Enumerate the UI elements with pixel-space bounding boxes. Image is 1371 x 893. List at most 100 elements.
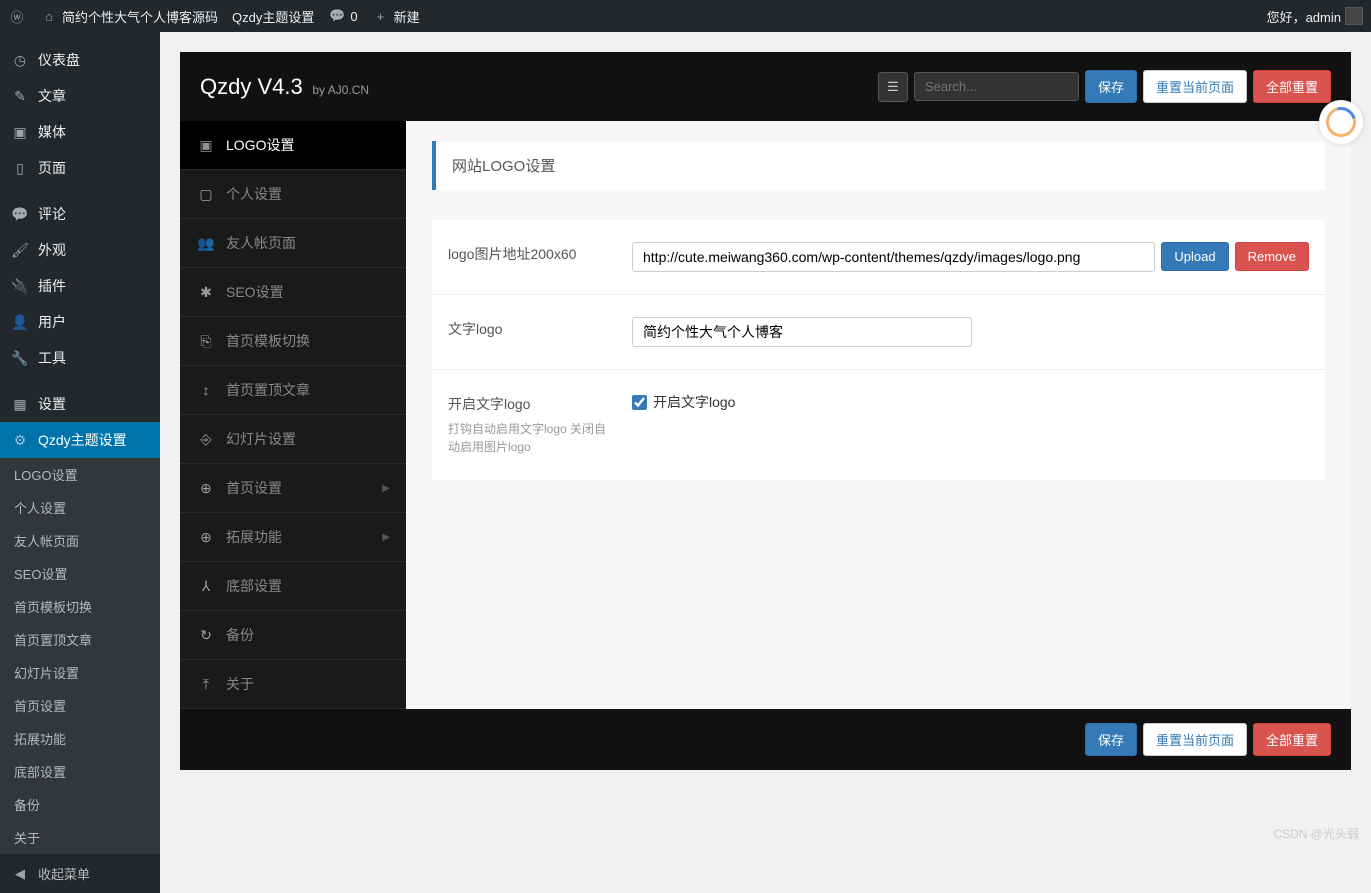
- wp-menu-item-5[interactable]: 🖌外观: [0, 232, 160, 268]
- reset-all-button-top[interactable]: 全部重置: [1253, 70, 1331, 103]
- nav-icon: ↕: [196, 382, 216, 398]
- account-link[interactable]: 您好，admin: [1267, 7, 1363, 26]
- theme-nav-item-1[interactable]: ▢ 个人设置: [180, 170, 406, 219]
- wp-submenu-item-10[interactable]: 备份: [0, 788, 160, 821]
- new-label: 新建: [394, 7, 420, 26]
- menu-label: 文章: [38, 86, 66, 106]
- wp-menu-item-0[interactable]: ◷仪表盘: [0, 42, 160, 78]
- form-row-enable-text-logo: 开启文字logo 打钩自动启用文字logo 关闭自动启用图片logo 开启文字l…: [432, 370, 1325, 480]
- theme-nav-item-6[interactable]: ⎆ 幻灯片设置: [180, 415, 406, 464]
- wp-submenu-item-7[interactable]: 首页设置: [0, 689, 160, 722]
- wp-submenu-item-1[interactable]: 个人设置: [0, 491, 160, 524]
- menu-icon: ▯: [10, 160, 30, 177]
- wp-submenu-item-3[interactable]: SEO设置: [0, 557, 160, 590]
- text-logo-label: 文字logo: [448, 321, 502, 337]
- nav-icon: ▢: [196, 186, 216, 203]
- theme-nav-item-4[interactable]: ⎘首页模板切换: [180, 317, 406, 366]
- menu-label: Qzdy主题设置: [38, 430, 127, 450]
- new-link[interactable]: + 新建: [372, 7, 420, 26]
- wp-submenu-item-11[interactable]: 关于: [0, 821, 160, 854]
- theme-nav-item-5[interactable]: ↕首页置顶文章: [180, 366, 406, 415]
- remove-button[interactable]: Remove: [1235, 242, 1309, 271]
- wp-submenu-item-2[interactable]: 友人帐页面: [0, 524, 160, 557]
- form-row-text-logo: 文字logo: [432, 295, 1325, 370]
- home-icon: ⌂: [40, 9, 58, 24]
- plus-icon: +: [372, 9, 390, 24]
- nav-icon: ⤒: [196, 676, 216, 693]
- theme-nav-item-9[interactable]: ⅄底部设置: [180, 562, 406, 611]
- nav-label: 友人帐页面: [226, 233, 296, 253]
- enable-text-logo-label: 开启文字logo: [448, 396, 530, 412]
- wp-logo[interactable]: ⓦ: [8, 7, 26, 26]
- save-button-top[interactable]: 保存: [1085, 70, 1137, 103]
- wp-menu-item-6[interactable]: 🔌 插件: [0, 268, 160, 304]
- reset-page-button-top[interactable]: 重置当前页面: [1143, 70, 1247, 103]
- theme-author: by AJ0.CN: [312, 83, 369, 97]
- wp-menu-item-9[interactable]: ▦设置: [0, 386, 160, 422]
- nav-label: SEO设置: [226, 282, 284, 302]
- wp-submenu-item-9[interactable]: 底部设置: [0, 755, 160, 788]
- nav-label: 关于: [226, 674, 254, 694]
- menu-label: 工具: [38, 348, 66, 368]
- chevron-right-icon: ▶: [382, 532, 390, 543]
- logo-url-label: logo图片地址200x60: [448, 246, 576, 262]
- wp-submenu: LOGO设置个人设置友人帐页面SEO设置首页模板切换首页置顶文章幻灯片设置首页设…: [0, 458, 160, 854]
- comments-count: 0: [350, 9, 357, 24]
- logo-url-input[interactable]: [632, 242, 1155, 272]
- wp-menu-item-1[interactable]: ✎文章: [0, 78, 160, 114]
- menu-label: 评论: [38, 204, 66, 224]
- site-link[interactable]: ⌂ 简约个性大气个人博客源码: [40, 7, 218, 26]
- wp-menu-item-4[interactable]: 💬评论: [0, 196, 160, 232]
- comment-icon: 💬: [328, 8, 346, 24]
- site-title: 简约个性大气个人博客源码: [62, 7, 218, 26]
- wp-submenu-item-6[interactable]: 幻灯片设置: [0, 656, 160, 689]
- wp-menu-item-3[interactable]: ▯ 页面: [0, 150, 160, 186]
- wp-menu-item-8[interactable]: 🔧工具: [0, 340, 160, 376]
- wp-submenu-item-4[interactable]: 首页模板切换: [0, 590, 160, 623]
- content-area: Qzdy V4.3 by AJ0.CN ☰ 保存 重置当前页面 全部重置 ▣LO…: [160, 32, 1371, 893]
- reset-all-button-bottom[interactable]: 全部重置: [1253, 723, 1331, 756]
- comments-link[interactable]: 💬0: [328, 8, 357, 24]
- menu-label: 插件: [38, 276, 66, 296]
- admin-bar: ⓦ ⌂简约个性大气个人博客源码 Qzdy主题设置 💬0 +新建 您好，admin: [0, 0, 1371, 32]
- theme-nav-item-3[interactable]: ✱SEO设置: [180, 268, 406, 317]
- nav-icon: ⊕: [196, 480, 216, 497]
- nav-label: 个人设置: [226, 184, 282, 204]
- text-logo-input[interactable]: [632, 317, 972, 347]
- search-input[interactable]: [914, 72, 1079, 101]
- collapse-menu[interactable]: ◀ 收起菜单: [0, 854, 160, 893]
- reset-page-button-bottom[interactable]: 重置当前页面: [1143, 723, 1247, 756]
- form-row-logo-url: logo图片地址200x60 Upload Remove: [432, 220, 1325, 295]
- menu-icon: 🔌: [10, 278, 30, 295]
- enable-text-logo-help: 打钩自动启用文字logo 关闭自动启用图片logo: [448, 420, 616, 456]
- wp-submenu-item-5[interactable]: 首页置顶文章: [0, 623, 160, 656]
- upload-button[interactable]: Upload: [1161, 242, 1228, 271]
- nav-icon: ⎆: [196, 431, 216, 448]
- collapse-label: 收起菜单: [38, 864, 90, 883]
- wp-menu-item-2[interactable]: ▣媒体: [0, 114, 160, 150]
- theme-nav-item-10[interactable]: ↻备份: [180, 611, 406, 660]
- menu-label: 页面: [38, 158, 66, 178]
- menu-label: 设置: [38, 394, 66, 414]
- nav-icon: ⅄: [196, 578, 216, 595]
- theme-nav-item-7[interactable]: ⊕首页设置▶: [180, 464, 406, 513]
- toggle-layout-button[interactable]: ☰: [878, 72, 908, 102]
- enable-text-logo-checkbox[interactable]: [632, 395, 647, 410]
- theme-nav-item-0[interactable]: ▣LOGO设置: [180, 121, 406, 170]
- enable-text-logo-checkbox-wrap[interactable]: 开启文字logo: [632, 392, 735, 412]
- nav-label: 幻灯片设置: [226, 429, 296, 449]
- theme-title: Qzdy V4.3: [200, 74, 303, 99]
- theme-nav-item-11[interactable]: ⤒ 关于: [180, 660, 406, 709]
- wordpress-icon: ⓦ: [8, 7, 26, 26]
- wp-menu-item-10[interactable]: ⚙Qzdy主题设置: [0, 422, 160, 458]
- floating-badge: [1319, 100, 1363, 144]
- wp-submenu-item-8[interactable]: 拓展功能: [0, 722, 160, 755]
- theme-nav-item-2[interactable]: 👥 友人帐页面: [180, 219, 406, 268]
- nav-icon: 👥: [196, 235, 216, 252]
- theme-settings-link[interactable]: Qzdy主题设置: [232, 7, 314, 26]
- wp-submenu-item-0[interactable]: LOGO设置: [0, 458, 160, 491]
- wp-menu-item-7[interactable]: 👤用户: [0, 304, 160, 340]
- avatar: [1345, 7, 1363, 25]
- theme-nav-item-8[interactable]: ⊕拓展功能▶: [180, 513, 406, 562]
- save-button-bottom[interactable]: 保存: [1085, 723, 1137, 756]
